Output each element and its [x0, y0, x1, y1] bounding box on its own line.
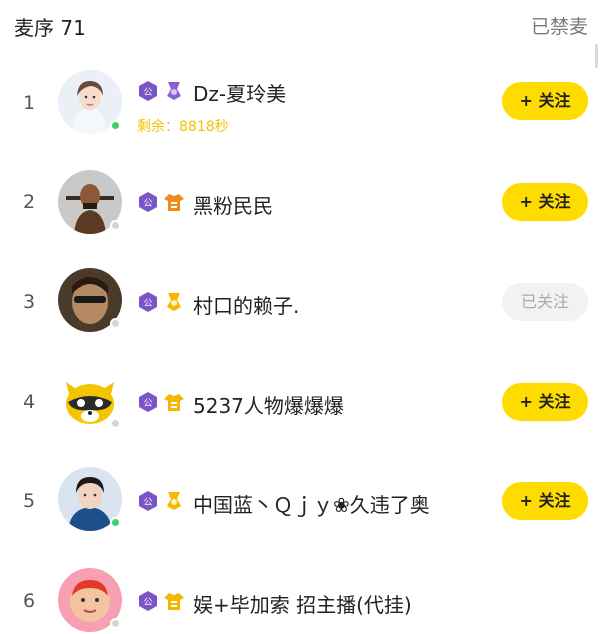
offline-status-icon — [110, 618, 121, 629]
list-item[interactable]: 4 公 5237人物爆爆爆 + 关注 — [0, 350, 600, 450]
online-status-icon — [110, 517, 121, 528]
svg-text:公: 公 — [143, 597, 152, 608]
badge-group: 公 — [137, 80, 185, 102]
avatar[interactable] — [58, 268, 122, 332]
rank-number: 1 — [22, 92, 36, 114]
rank-number: 5 — [22, 490, 36, 512]
user-name[interactable]: 村口的赖子. — [193, 290, 299, 319]
follow-button[interactable]: + 关注 — [502, 383, 588, 421]
badge-group: 公 — [137, 391, 185, 413]
purple-shield-icon: 公 — [139, 591, 157, 611]
follow-button[interactable]: + 关注 — [502, 82, 588, 120]
rank-number: 4 — [22, 391, 36, 413]
user-name[interactable]: 娱+毕加索 招主播(代挂) — [193, 589, 412, 618]
yellow-shirt-icon — [164, 394, 184, 411]
badge-group: 公 — [137, 191, 185, 213]
follow-button[interactable]: + 关注 — [502, 482, 588, 520]
orange-shirt-icon — [164, 194, 184, 211]
badge-group: 公 — [137, 291, 185, 313]
svg-text:公: 公 — [143, 87, 152, 98]
mic-queue-title: 麦序 71 — [14, 16, 86, 40]
yellow-ribbon-icon — [167, 492, 181, 510]
avatar[interactable] — [58, 170, 122, 234]
follow-button[interactable]: + 关注 — [502, 183, 588, 221]
list-item[interactable]: 3 公 村口的赖子. 已关注 — [0, 250, 600, 350]
list-item[interactable]: 1 公 Dz-夏玲美 剩余：8818秒 + 关注 — [0, 50, 600, 150]
offline-status-icon — [110, 418, 121, 429]
badge-group: 公 — [137, 590, 185, 612]
user-name[interactable]: 5237人物爆爆爆 — [193, 390, 344, 419]
rank-number: 6 — [22, 590, 36, 612]
list-item[interactable]: 5 公 中国蓝丶Ｑｊｙ❀久违了奥 + 关注 — [0, 450, 600, 550]
rank-number: 2 — [22, 191, 36, 213]
followed-button[interactable]: 已关注 — [502, 283, 588, 321]
avatar[interactable] — [58, 467, 122, 531]
rank-number: 3 — [22, 291, 36, 313]
yellow-ribbon-icon — [167, 293, 181, 311]
mute-mic-button[interactable]: 已禁麦 — [531, 12, 588, 39]
offline-status-icon — [110, 220, 121, 231]
remaining-time: 剩余：8818秒 — [137, 119, 229, 135]
purple-shield-icon: 公 — [139, 81, 157, 101]
purple-shield-icon: 公 — [139, 491, 157, 511]
avatar[interactable] — [58, 568, 122, 632]
yellow-shirt-icon — [164, 593, 184, 610]
user-name[interactable]: 黑粉民民 — [193, 190, 273, 219]
purple-ribbon-icon — [167, 82, 181, 100]
header: 麦序 71 已禁麦 — [0, 0, 600, 50]
offline-status-icon — [110, 318, 121, 329]
list-item[interactable]: 6 公 娱+毕加索 招主播(代挂) — [0, 550, 600, 634]
purple-shield-icon: 公 — [139, 392, 157, 412]
badge-group: 公 — [137, 490, 185, 512]
user-name[interactable]: Dz-夏玲美 — [193, 78, 286, 107]
online-status-icon — [110, 120, 121, 131]
avatar[interactable] — [58, 70, 122, 134]
svg-text:公: 公 — [143, 298, 152, 309]
purple-shield-icon: 公 — [139, 192, 157, 212]
user-name[interactable]: 中国蓝丶Ｑｊｙ❀久违了奥 — [193, 489, 430, 518]
purple-shield-icon: 公 — [139, 292, 157, 312]
svg-text:公: 公 — [143, 398, 152, 409]
list-item[interactable]: 2 公 黑粉民民 + 关注 — [0, 150, 600, 250]
avatar[interactable] — [58, 368, 122, 432]
svg-text:公: 公 — [143, 497, 152, 508]
svg-text:公: 公 — [143, 198, 152, 209]
